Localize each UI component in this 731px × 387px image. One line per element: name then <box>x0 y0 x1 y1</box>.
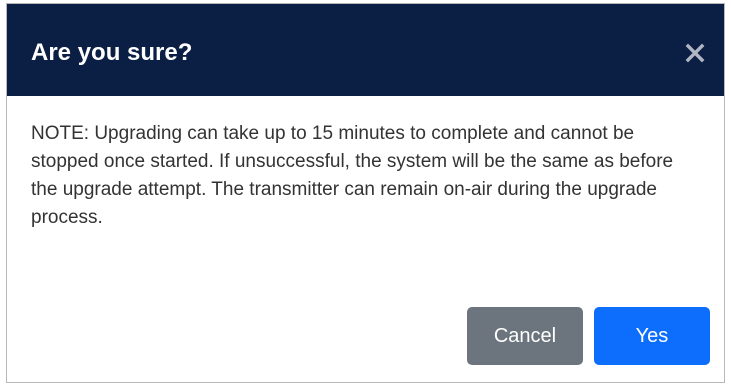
cancel-button[interactable]: Cancel <box>467 307 583 365</box>
confirm-dialog: Are you sure? NOTE: Upgrading can take u… <box>6 3 725 383</box>
dialog-header: Are you sure? <box>7 4 724 96</box>
yes-button[interactable]: Yes <box>594 307 710 365</box>
dialog-body: NOTE: Upgrading can take up to 15 minute… <box>31 120 701 232</box>
close-icon[interactable] <box>682 40 708 66</box>
dialog-title: Are you sure? <box>31 39 193 66</box>
dialog-message: NOTE: Upgrading can take up to 15 minute… <box>31 123 674 228</box>
